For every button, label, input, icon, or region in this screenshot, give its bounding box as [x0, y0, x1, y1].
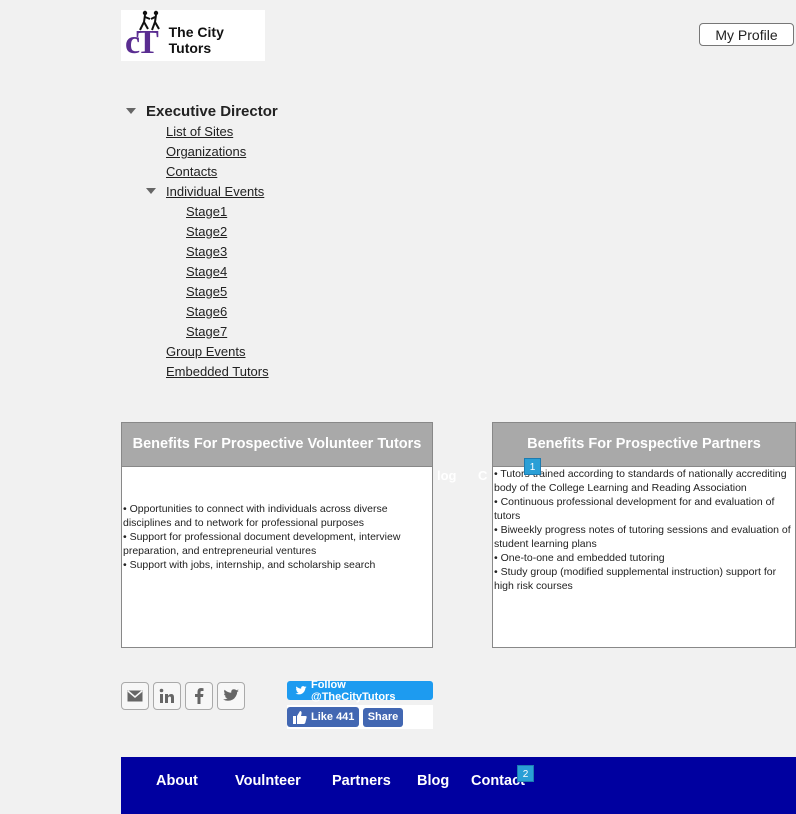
partner-benefit-item: • One-to-one and embedded tutoring [494, 552, 665, 564]
logo-initials: cT [125, 24, 159, 61]
expand-triangle-icon[interactable] [146, 188, 156, 194]
tree-link-stage3[interactable]: Stage3 [186, 244, 227, 259]
tree-link-contacts[interactable]: Contacts [166, 164, 217, 179]
twitter-bird-icon [295, 685, 307, 694]
twitter-icon[interactable] [217, 682, 245, 710]
tree-link-stage1[interactable]: Stage1 [186, 204, 227, 219]
footer-link-about[interactable]: About [156, 773, 198, 789]
expand-triangle-icon[interactable] [126, 108, 136, 114]
footer-link-partners[interactable]: Partners [332, 773, 391, 789]
tree-link-stage5[interactable]: Stage5 [186, 284, 227, 299]
twitter-follow-button[interactable]: Follow @TheCityTutors [287, 678, 433, 703]
tree-link-organizations[interactable]: Organizations [166, 144, 246, 159]
logo-mark: cT [121, 10, 165, 61]
tree-link-list-of-sites[interactable]: List of Sites [166, 124, 233, 139]
facebook-like-label: Like 441 [311, 711, 355, 723]
tree-link-individual-events[interactable]: Individual Events [166, 184, 264, 199]
tree-link-embedded-tutors[interactable]: Embedded Tutors [166, 364, 269, 379]
thumbs-up-icon [293, 710, 307, 724]
twitter-follow-label: Follow @TheCityTutors [310, 678, 396, 703]
logo[interactable]: cT The City Tutors [121, 10, 265, 61]
volunteer-benefit-item: • Support with jobs, internship, and sch… [123, 559, 376, 571]
my-profile-button[interactable]: My Profile [699, 23, 794, 46]
volunteer-benefit-item: • Opportunities to connect with individu… [123, 503, 388, 529]
volunteer-benefits-panel: Benefits For Prospective Volunteer Tutor… [121, 422, 433, 648]
volunteer-benefit-item: • Support for professional document deve… [123, 531, 401, 557]
tree-link-stage7[interactable]: Stage7 [186, 324, 227, 339]
partner-benefit-item: • Biweekly progress notes of tutoring se… [494, 524, 791, 550]
partner-benefit-item: • Continuous professional development fo… [494, 496, 775, 522]
linkedin-icon[interactable] [153, 682, 181, 710]
tree-root-executive-director[interactable]: Executive Director [146, 103, 278, 120]
facebook-like-widget: Like 441 Share [287, 705, 433, 729]
logo-name: The City Tutors [168, 23, 224, 56]
partners-benefits-panel: Benefits For Prospective Partners • Tuto… [492, 422, 796, 648]
stray-blog-text: log [437, 468, 457, 483]
volunteer-benefits-title: Benefits For Prospective Volunteer Tutor… [122, 423, 432, 467]
email-icon[interactable] [121, 682, 149, 710]
tree-link-group-events[interactable]: Group Events [166, 344, 246, 359]
footer-nav: About Voulnteer Partners Blog Contact [121, 757, 796, 814]
footer-link-volunteer[interactable]: Voulnteer [235, 773, 301, 789]
badge-2: 2 [517, 765, 534, 782]
tree-link-stage4[interactable]: Stage4 [186, 264, 227, 279]
facebook-like-button[interactable]: Like 441 [287, 707, 359, 727]
badge-1: 1 [524, 458, 541, 475]
tree-link-stage2[interactable]: Stage2 [186, 224, 227, 239]
facebook-share-button[interactable]: Share [363, 708, 403, 727]
partner-benefit-item: • Study group (modified supplemental ins… [494, 566, 777, 592]
footer-link-blog[interactable]: Blog [417, 773, 449, 789]
facebook-icon[interactable] [185, 682, 213, 710]
tree-link-stage6[interactable]: Stage6 [186, 304, 227, 319]
stray-contact-text: C [478, 468, 488, 483]
